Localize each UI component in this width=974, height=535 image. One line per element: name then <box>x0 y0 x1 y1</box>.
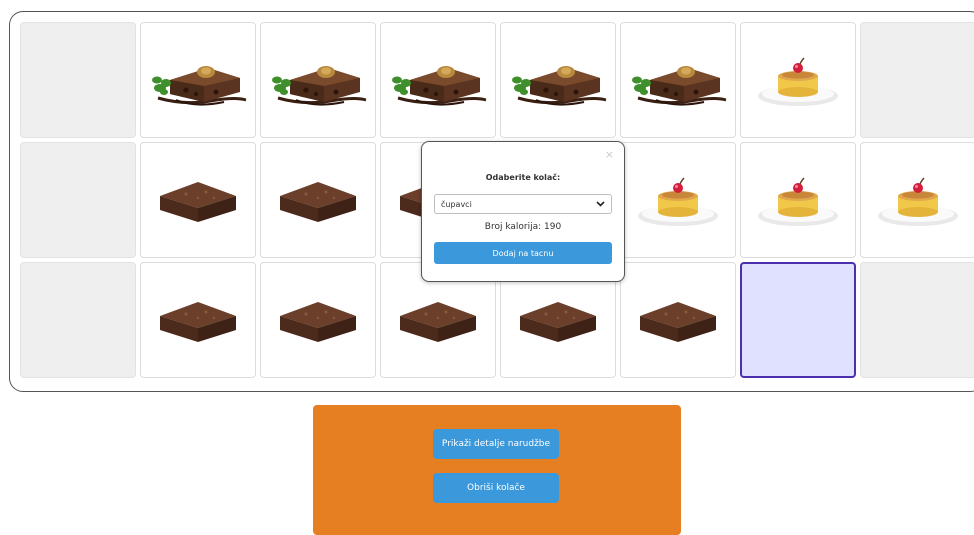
tray-slot[interactable] <box>620 142 736 258</box>
tray-slot[interactable] <box>860 142 974 258</box>
brownie-image <box>396 294 480 346</box>
add-to-tray-button[interactable]: Dodaj na tacnu <box>434 242 612 264</box>
tray-slot[interactable] <box>740 262 856 378</box>
brownie-image <box>156 294 240 346</box>
tray-slot[interactable] <box>380 22 496 138</box>
tray-slot[interactable] <box>260 22 376 138</box>
cake-slice-image <box>266 50 370 110</box>
brownie-image <box>276 174 360 226</box>
tray-slot[interactable] <box>620 22 736 138</box>
chevron-down-icon <box>596 200 605 209</box>
close-icon[interactable]: × <box>605 148 614 161</box>
tray-slot[interactable] <box>860 22 974 138</box>
tray-slot[interactable] <box>500 22 616 138</box>
brownie-image <box>276 294 360 346</box>
tray-slot[interactable] <box>260 262 376 378</box>
tray-slot[interactable] <box>20 142 136 258</box>
remove-cakes-button[interactable]: Obriši kolače <box>433 473 559 503</box>
tray-slot[interactable] <box>740 22 856 138</box>
cake-slice-image <box>626 50 730 110</box>
brownie-image <box>156 174 240 226</box>
flan-image <box>876 170 960 230</box>
show-order-details-button[interactable]: Prikaži detalje narudžbe <box>433 429 559 459</box>
tray-slot[interactable] <box>140 142 256 258</box>
tray-slot[interactable] <box>620 262 736 378</box>
brownie-image <box>516 294 600 346</box>
tray-slot[interactable] <box>20 22 136 138</box>
brownie-image <box>636 294 720 346</box>
order-panel: Prikaži detalje narudžbe Obriši kolače <box>313 405 681 535</box>
cake-slice-image <box>146 50 250 110</box>
tray-slot[interactable] <box>140 22 256 138</box>
tray-slot[interactable] <box>20 262 136 378</box>
flan-image <box>636 170 720 230</box>
tray-slot[interactable] <box>260 142 376 258</box>
popup-title: Odaberite kolač: <box>485 173 561 182</box>
cake-select-value: čupavci <box>441 199 472 209</box>
cake-slice-image <box>506 50 610 110</box>
flan-image <box>756 170 840 230</box>
flan-image <box>756 50 840 110</box>
calories-text: Broj kalorija: 190 <box>484 222 562 232</box>
cake-slice-image <box>386 50 490 110</box>
tray-slot[interactable] <box>860 262 974 378</box>
cake-select[interactable]: čupavci <box>434 194 612 214</box>
tray-slot[interactable] <box>740 142 856 258</box>
cake-select-popup: × Odaberite kolač: čupavci Broj kalorija… <box>421 141 625 282</box>
tray-slot[interactable] <box>140 262 256 378</box>
